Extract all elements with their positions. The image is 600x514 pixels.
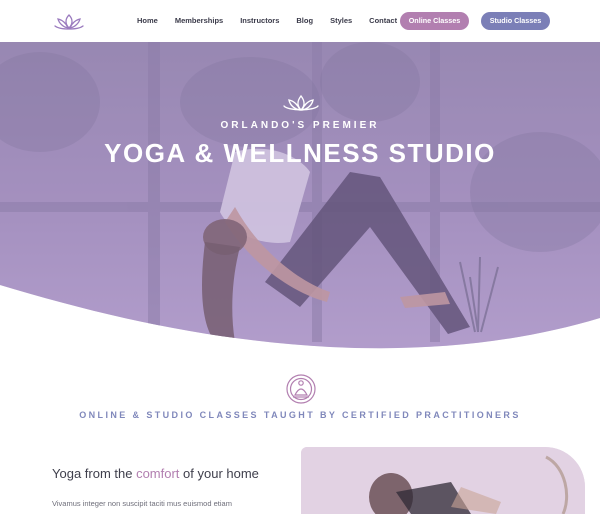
hero-title: YOGA & WELLNESS STUDIO <box>104 138 496 168</box>
hero-section: ORLANDO'S PREMIER YOGA & WELLNESS STUDIO <box>0 42 600 354</box>
feature-title-start: Yoga from the <box>52 466 137 481</box>
feature-title-accent: comfort <box>136 466 180 481</box>
nav-styles[interactable]: Styles <box>330 16 352 25</box>
feature-body-text: Vivamus integer non suscipit taciti mus … <box>52 499 232 508</box>
nav-blog[interactable]: Blog <box>296 16 313 25</box>
main-nav: Home Memberships Instructors Blog Styles… <box>137 16 414 25</box>
online-classes-button[interactable]: Online Classes <box>400 12 469 30</box>
feature-image <box>301 447 585 514</box>
lotus-icon[interactable] <box>52 12 86 32</box>
lotus-icon <box>283 94 319 111</box>
nav-instructors[interactable]: Instructors <box>240 16 279 25</box>
nav-home[interactable]: Home <box>137 16 158 25</box>
feature-title: Yoga from the comfort of your home <box>52 466 259 481</box>
hero-background-image <box>0 42 600 349</box>
nav-contact[interactable]: Contact <box>369 16 397 25</box>
section-heading: ONLINE & STUDIO CLASSES TAUGHT BY CERTIF… <box>79 410 521 420</box>
meditation-badge-icon <box>286 374 316 404</box>
hero-subtitle: ORLANDO'S PREMIER <box>220 120 380 131</box>
nav-memberships[interactable]: Memberships <box>175 16 223 25</box>
feature-title-end: of your home <box>179 466 259 481</box>
site-header: Home Memberships Instructors Blog Styles… <box>0 0 600 42</box>
studio-classes-button[interactable]: Studio Classes <box>481 12 550 30</box>
